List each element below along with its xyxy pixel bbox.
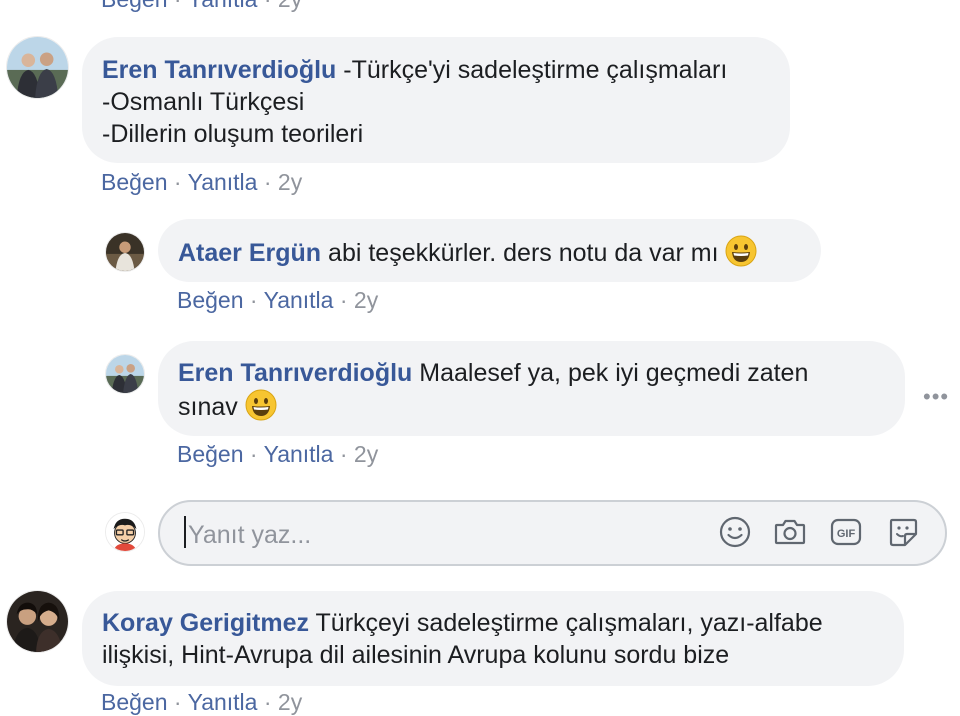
comment-author[interactable]: Eren Tanrıverdioğlu [102,56,336,84]
comment-author[interactable]: Ataer Ergün [178,239,321,267]
comment-text: -Dillerin oluşum teorileri [102,120,364,148]
comment-text: sınav [178,393,238,421]
comment-text: abi teşekkürler. ders notu da var mı [328,239,719,267]
comment-author[interactable]: Eren Tanrıverdioğlu [178,359,412,387]
comment-age[interactable]: 2y [278,689,302,715]
comment-text: Türkçeyi sadeleştirme çalışmaları, yazı-… [315,609,823,637]
more-options-icon[interactable]: ••• [923,384,949,410]
comment-actions: Beğen · Yanıtla · 2y [177,287,379,313]
camera-icon[interactable] [773,515,807,549]
comment-text: -Türkçe'yi sadeleştirme çalışmaları [343,56,728,84]
comment-bubble: Koray Gerigitmez Türkçeyi sadeleştirme ç… [82,591,904,686]
comment-author[interactable]: Koray Gerigitmez [102,609,309,637]
svg-text:GIF: GIF [837,528,856,540]
reply-link[interactable]: Yanıtla [264,441,334,467]
comment-actions: Beğen · Yanıtla · 2y [177,441,379,467]
comment-age[interactable]: 2y [354,287,378,313]
comment-age[interactable]: 2y [354,441,378,467]
comment-actions: Beğen · Yanıtla · 2y [101,689,303,715]
comment-text: Maalesef ya, pek iyi geçmedi zaten [419,359,809,387]
comment-actions: Beğen · Yanıtla · 2y [101,169,303,195]
reply-input[interactable] [186,516,690,554]
text-cursor [184,516,186,548]
comment-bubble: Eren Tanrıverdioğlu Maalesef ya, pek iyi… [158,341,905,436]
comment-age[interactable]: 2y [278,169,302,195]
comment-bubble: Ataer Ergün abi teşekkürler. ders notu d… [158,219,821,282]
reply-link[interactable]: Yanıtla [264,287,334,313]
grinning-face-icon [725,235,757,267]
comment-actions: Beğen · Yanıtla · 2y [101,0,302,13]
like-link[interactable]: Beğen [177,287,244,313]
avatar[interactable] [105,354,145,394]
comment-text: -Osmanlı Türkçesi [102,88,305,116]
sticker-icon[interactable] [886,515,920,549]
current-user-avatar [105,512,145,552]
reply-link[interactable]: Yanıtla [188,0,258,12]
comment-text: ilişkisi, Hint-Avrupa dil ailesinin Avru… [102,641,730,669]
reply-link[interactable]: Yanıtla [188,689,258,715]
avatar[interactable] [105,232,145,272]
comment-age[interactable]: 2y [278,0,302,12]
avatar[interactable] [6,590,69,653]
comment-bubble: Eren Tanrıverdioğlu -Türkçe'yi sadeleşti… [82,37,790,163]
emoji-icon[interactable] [718,515,752,549]
reply-link[interactable]: Yanıtla [188,169,258,195]
gif-icon[interactable]: GIF [829,515,863,549]
like-link[interactable]: Beğen [101,689,168,715]
avatar[interactable] [6,36,69,99]
grinning-face-icon [245,389,277,421]
like-link[interactable]: Beğen [101,0,168,12]
like-link[interactable]: Beğen [177,441,244,467]
like-link[interactable]: Beğen [101,169,168,195]
